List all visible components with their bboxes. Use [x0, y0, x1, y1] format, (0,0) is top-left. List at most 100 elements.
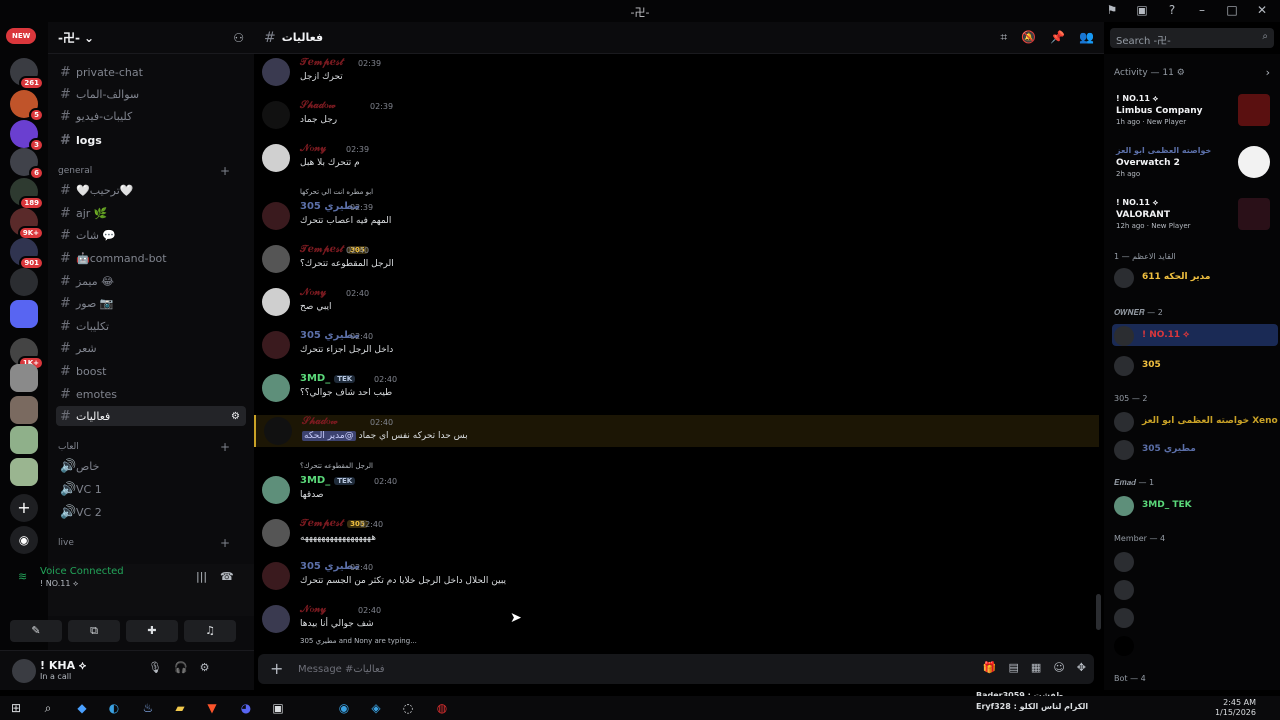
maximize-icon[interactable]: □	[1224, 3, 1240, 17]
add-member-icon[interactable]: ⚇	[233, 31, 244, 45]
server-icon[interactable]	[10, 268, 38, 296]
avatar[interactable]	[262, 202, 290, 230]
server-icon[interactable]	[10, 396, 38, 424]
message-author[interactable]: 𝒩ℴ𝓃𝓎	[300, 143, 326, 154]
channel-item[interactable]: # boost	[56, 361, 246, 381]
activity-card[interactable]: خواصته العظمى ابو العز Overwatch 2 2h ag…	[1112, 144, 1272, 190]
windows-start-icon[interactable]: ⊞	[8, 700, 24, 716]
message[interactable]: ابو مطره انت الي تحركها مطيري 305 02:39 …	[254, 188, 1099, 242]
avatar[interactable]	[262, 562, 290, 590]
server-icon[interactable]: 3	[10, 120, 44, 152]
message-author[interactable]: 𝒮𝒽𝒶𝒹ℴ𝓌	[302, 416, 338, 427]
server-icon[interactable]	[10, 458, 38, 486]
voice-channel[interactable]: 🔊 خاص	[56, 456, 246, 476]
server-icon[interactable]: 6	[10, 148, 44, 180]
inbox-icon[interactable]: ⚑	[1104, 3, 1120, 17]
message[interactable]: 𝒩ℴ𝓃𝓎 02:40 ايبي صح	[254, 286, 1099, 328]
signal-icon[interactable]: ≋	[18, 570, 27, 583]
avatar[interactable]	[262, 58, 290, 86]
store-icon[interactable]: ▣	[270, 700, 286, 716]
server-icon[interactable]	[10, 300, 38, 328]
add-channel-icon[interactable]: +	[220, 440, 230, 454]
message-author[interactable]: 𝒩ℴ𝓃𝓎	[300, 287, 326, 298]
member-item[interactable]: 305	[1112, 354, 1278, 376]
channel-item[interactable]: # شعر	[56, 338, 246, 358]
channel-item[interactable]: # كليبات-فيديو	[56, 106, 246, 126]
chevron-right-icon[interactable]: ›	[1266, 66, 1270, 79]
activity-card[interactable]: ! NO.11 ⟡ Limbus Company 1h ago · New Pl…	[1112, 92, 1272, 138]
screen-share-button[interactable]: ⧉	[68, 620, 120, 642]
voice-channel-name[interactable]: ! NO.11 ⟡	[40, 579, 78, 589]
headphones-icon[interactable]: 🎧	[174, 661, 188, 674]
app-icon[interactable]: ◍	[434, 700, 450, 716]
soundboard-button[interactable]: ♫	[184, 620, 236, 642]
add-channel-icon[interactable]: +	[220, 164, 230, 178]
server-icon[interactable]: 901	[10, 238, 44, 270]
threads-icon[interactable]: ⌗	[1000, 30, 1007, 45]
emoji-icon[interactable]: ☺	[1053, 661, 1064, 674]
channel-item[interactable]: # تكليبات	[56, 316, 246, 336]
gif-icon[interactable]: ▤	[1009, 661, 1019, 674]
server-icon[interactable]: 1K+	[10, 338, 44, 370]
member-item[interactable]: مطيري 305	[1112, 438, 1278, 460]
app-icon[interactable]: ◉	[336, 700, 352, 716]
channel-item[interactable]: # emotes	[56, 384, 246, 404]
avatar[interactable]	[262, 144, 290, 172]
server-icon[interactable]	[10, 426, 38, 454]
message-highlighted[interactable]: 𝒮𝒽𝒶𝒹ℴ𝓌 02:40 بس حدا تحركه نفس اي جماد @م…	[254, 415, 1099, 447]
app-icon[interactable]: ◌	[400, 700, 416, 716]
copilot-icon[interactable]: ◆	[74, 700, 90, 716]
channel-item[interactable]: # ajr 🌿	[56, 203, 246, 223]
member-item[interactable]	[1112, 578, 1278, 600]
avatar[interactable]	[264, 417, 292, 445]
gear-icon[interactable]: ⚙	[200, 661, 210, 674]
channel-item[interactable]: # 🤍ترحيب🤍	[56, 180, 246, 200]
discord-icon[interactable]: ◕	[238, 700, 254, 716]
message[interactable]: الرجل المقطوعه تتحرك؟ 3MD_ TEK 02:40 صدقه…	[254, 462, 1099, 516]
activity-card[interactable]: ! NO.11 ⟡ VALORANT 12h ago · New Player	[1112, 196, 1272, 242]
message-author[interactable]: 3MD_ TEK	[300, 373, 356, 384]
message-author[interactable]: 3MD_ TEK	[300, 475, 356, 486]
channel-item[interactable]: # 🤖command-bot	[56, 248, 246, 268]
reply-preview[interactable]: الرجل المقطوعه تتحرك؟	[300, 462, 373, 470]
message[interactable]: مطيري 305 02:40 داخل الرجل اجزاء تتحرك	[254, 329, 1099, 371]
disconnect-icon[interactable]: ☎	[220, 570, 234, 583]
message[interactable]: 𝒩ℴ𝓃𝓎 02:39 م تتحرك بلا هبل	[254, 142, 1099, 184]
mute-icon[interactable]: 🔕	[1021, 30, 1036, 45]
channel-item[interactable]: # ميمز 😂	[56, 271, 246, 291]
channel-active[interactable]: # فعاليات ⚙	[56, 406, 246, 426]
category-voice[interactable]: العاب +	[58, 440, 230, 454]
folder-icon[interactable]: ▰	[172, 700, 188, 716]
message[interactable]: مطيري 305 02:40 يبين الحلال داخل الرجل خ…	[254, 560, 1099, 602]
channel-item[interactable]: # صور 📷	[56, 293, 246, 313]
message[interactable]: 𝒯ℯ𝓂𝓅ℯ𝓈𝓉 02:39 تحرك ازجل	[254, 56, 1099, 98]
edge-icon[interactable]: ◐	[106, 700, 122, 716]
server-icon[interactable]	[10, 364, 38, 392]
server-icon[interactable]: 189	[10, 178, 44, 210]
user-mention[interactable]: @مدير الحكه	[302, 431, 356, 441]
member-item[interactable]	[1112, 606, 1278, 628]
screen-icon[interactable]: ▣	[1134, 3, 1150, 17]
member-item[interactable]: ! NO.11 ⟡	[1112, 324, 1278, 346]
message-author[interactable]: 𝒮𝒽𝒶𝒹ℴ𝓌	[300, 100, 336, 111]
server-icon[interactable]: 9K+	[10, 208, 44, 240]
message[interactable]: 𝒯ℯ𝓂𝓅ℯ𝓈𝓉 305 02:40 الرجل المقطوعه تتحرك؟	[254, 243, 1099, 285]
brave-icon[interactable]: ▼	[204, 700, 220, 716]
avatar[interactable]	[262, 605, 290, 633]
settings-icon[interactable]: ⚙	[231, 411, 240, 422]
search-input[interactable]: Search -卍- ⌕	[1110, 28, 1274, 48]
message[interactable]: 𝒮𝒽𝒶𝒹ℴ𝓌 02:39 رجل جماد	[254, 99, 1099, 141]
avatar[interactable]	[262, 331, 290, 359]
add-channel-icon[interactable]: +	[220, 536, 230, 550]
member-item[interactable]: خواصته العظمى ابو العز Xeno	[1112, 410, 1278, 432]
server-icon[interactable]: 5	[10, 90, 44, 122]
minimize-icon[interactable]: –	[1194, 3, 1210, 17]
discover-icon[interactable]: ◉	[10, 526, 38, 554]
close-icon[interactable]: ✕	[1254, 3, 1270, 17]
message[interactable]: 𝒯ℯ𝓂𝓅ℯ𝓈𝓉 305 02:40 هههههههههههههههههه	[254, 517, 1099, 559]
mic-icon[interactable]: 🎙	[148, 661, 162, 674]
sticker-icon[interactable]: ▦	[1031, 661, 1041, 674]
server-icon[interactable]: 261	[10, 58, 44, 90]
member-item[interactable]	[1112, 634, 1278, 656]
avatar[interactable]	[262, 288, 290, 316]
